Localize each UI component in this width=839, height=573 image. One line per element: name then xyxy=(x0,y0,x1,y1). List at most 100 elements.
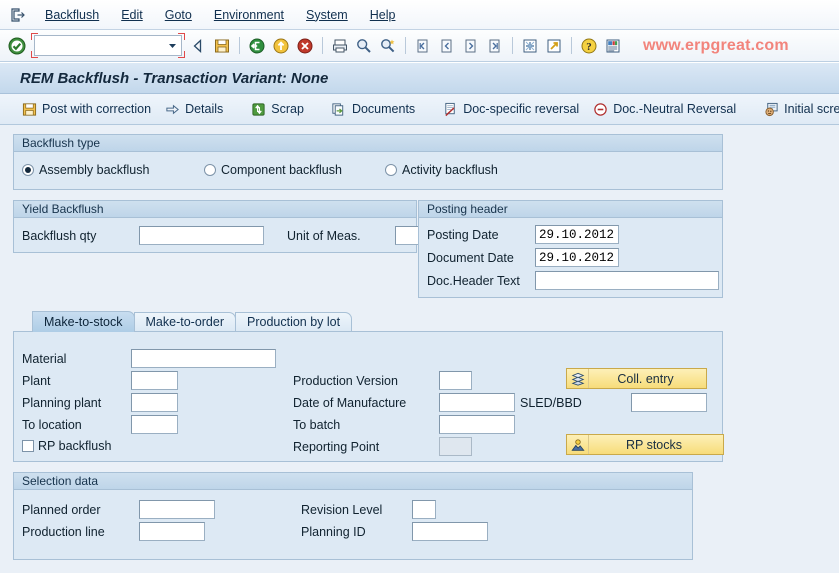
print-icon[interactable] xyxy=(329,35,351,57)
production-line-input[interactable] xyxy=(140,523,204,540)
create-shortcut-icon[interactable] xyxy=(543,35,565,57)
radio-dot xyxy=(22,164,34,176)
tab-production-by-lot[interactable]: Production by lot xyxy=(235,312,353,332)
create-session-icon[interactable] xyxy=(519,35,541,57)
date-of-manufacture-input[interactable] xyxy=(440,394,514,411)
menu-item-goto[interactable]: Goto xyxy=(154,5,203,25)
production-line-field[interactable] xyxy=(139,522,205,541)
exit-icon[interactable] xyxy=(246,35,268,57)
doc-header-text-field[interactable] xyxy=(535,271,719,290)
production-version-field[interactable] xyxy=(439,371,472,390)
radio-activity-backflush[interactable]: Activity backflush xyxy=(385,163,498,177)
post-with-correction-button[interactable]: Post with correction xyxy=(14,97,157,121)
planned-order-field[interactable] xyxy=(139,500,215,519)
date-of-manufacture-field[interactable] xyxy=(439,393,515,412)
sled-bbd-input[interactable] xyxy=(632,394,706,411)
unit-of-measure-field[interactable] xyxy=(395,226,420,245)
initial-screen-button[interactable]: Initial screen xyxy=(756,97,839,121)
revision-level-field[interactable] xyxy=(412,500,436,519)
menu-item-help[interactable]: Help xyxy=(359,5,407,25)
save-icon xyxy=(20,100,38,118)
menu-item-backflush[interactable]: Backflush xyxy=(34,5,110,25)
backflush-qty-field[interactable] xyxy=(139,226,264,245)
cancel-icon[interactable] xyxy=(294,35,316,57)
radio-label: Assembly backflush xyxy=(39,163,150,177)
yield-backflush-group: Yield Backflush Backflush qty Unit of Me… xyxy=(13,200,420,253)
radio-assembly-backflush[interactable]: Assembly backflush xyxy=(22,163,149,177)
material-label: Material xyxy=(22,352,67,366)
toolbar-separator xyxy=(571,37,572,54)
doc-neutral-reversal-button[interactable]: Doc.-Neutral Reversal xyxy=(585,97,742,121)
material-input[interactable] xyxy=(132,350,275,367)
document-date-field[interactable] xyxy=(535,248,619,267)
first-page-icon[interactable] xyxy=(412,35,434,57)
posting-date-input[interactable] xyxy=(536,226,618,243)
menu-item-label: Environment xyxy=(213,7,285,22)
doc-specific-reversal-button[interactable]: Doc-specific reversal xyxy=(435,97,585,121)
rp-stocks-button[interactable]: RP stocks xyxy=(566,434,724,455)
application-toolbar: Post with correction Details Scrap Docum… xyxy=(0,94,839,125)
to-location-field[interactable] xyxy=(131,415,178,434)
posting-header-group: Posting header Posting Date Document Dat… xyxy=(418,200,723,298)
to-batch-field[interactable] xyxy=(439,415,515,434)
to-location-input[interactable] xyxy=(132,416,177,433)
plant-field[interactable] xyxy=(131,371,178,390)
rp-backflush-checkbox[interactable]: RP backflush xyxy=(22,439,111,453)
previous-page-icon[interactable] xyxy=(436,35,458,57)
material-field[interactable] xyxy=(131,349,276,368)
menu-item-environment[interactable]: Environment xyxy=(203,5,295,25)
reporting-point-field[interactable] xyxy=(439,437,472,456)
layout-menu-icon[interactable] xyxy=(602,35,624,57)
green-check-icon[interactable] xyxy=(6,35,28,57)
production-version-input[interactable] xyxy=(440,372,471,389)
planning-plant-field[interactable] xyxy=(131,393,178,412)
radio-component-backflush[interactable]: Component backflush xyxy=(204,163,342,177)
planning-id-label: Planning ID xyxy=(301,525,366,539)
group-title: Selection data xyxy=(14,473,692,490)
plant-input[interactable] xyxy=(132,372,177,389)
reporting-point-input[interactable] xyxy=(440,438,471,455)
sled-bbd-field[interactable] xyxy=(631,393,707,412)
back-up-icon[interactable] xyxy=(270,35,292,57)
details-button[interactable]: Details xyxy=(157,97,229,121)
menu-item-label: Goto xyxy=(164,7,192,22)
planned-order-input[interactable] xyxy=(140,501,214,518)
to-batch-label: To batch xyxy=(293,418,341,432)
revision-level-input[interactable] xyxy=(413,501,435,518)
find-next-icon[interactable] xyxy=(377,35,399,57)
save-icon[interactable] xyxy=(211,35,233,57)
make-to-stock-panel: Material Plant Planning plant To locatio… xyxy=(13,331,724,462)
production-line-label: Production line xyxy=(22,525,105,539)
unit-of-measure-input[interactable] xyxy=(396,227,419,244)
exit-door-icon[interactable] xyxy=(6,5,28,25)
coll-entry-button[interactable]: Coll. entry xyxy=(566,368,707,389)
toolbar-separator xyxy=(512,37,513,54)
menu-item-system[interactable]: System xyxy=(295,5,359,25)
last-page-icon[interactable] xyxy=(484,35,506,57)
recycle-icon xyxy=(249,100,267,118)
chevron-down-icon[interactable] xyxy=(164,36,181,55)
posting-date-field[interactable] xyxy=(535,225,619,244)
menu-item-edit[interactable]: Edit xyxy=(110,5,154,25)
app-button-label: Scrap xyxy=(271,102,304,116)
scrap-button[interactable]: Scrap xyxy=(243,97,310,121)
documents-button[interactable]: Documents xyxy=(324,97,421,121)
next-page-icon[interactable] xyxy=(460,35,482,57)
app-button-label: Initial screen xyxy=(784,102,839,116)
back-icon[interactable] xyxy=(187,35,209,57)
planning-id-input[interactable] xyxy=(413,523,487,540)
document-date-input[interactable] xyxy=(536,249,618,266)
planning-id-field[interactable] xyxy=(412,522,488,541)
help-icon[interactable]: ? xyxy=(578,35,600,57)
command-field[interactable] xyxy=(34,35,182,56)
toolbar-separator xyxy=(405,37,406,54)
backflush-qty-input[interactable] xyxy=(140,227,263,244)
command-input[interactable] xyxy=(35,36,164,55)
tab-make-to-order[interactable]: Make-to-order xyxy=(133,312,236,332)
to-batch-input[interactable] xyxy=(440,416,514,433)
find-icon[interactable] xyxy=(353,35,375,57)
planning-plant-input[interactable] xyxy=(132,394,177,411)
menu-item-label: Help xyxy=(369,7,396,22)
doc-header-text-input[interactable] xyxy=(536,272,718,289)
tab-make-to-stock[interactable]: Make-to-stock xyxy=(32,311,135,332)
